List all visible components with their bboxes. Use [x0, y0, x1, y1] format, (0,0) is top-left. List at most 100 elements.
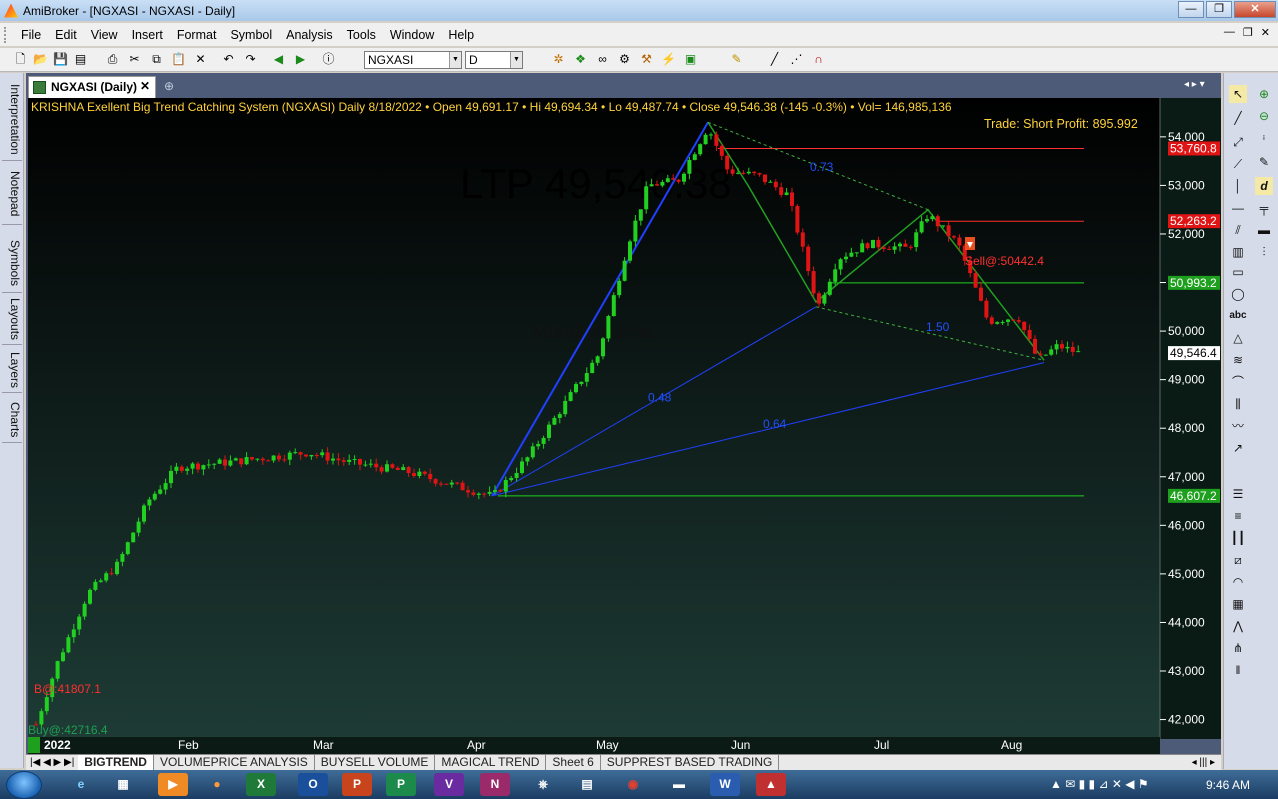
menu-symbol[interactable]: Symbol	[223, 28, 279, 42]
tab-scroll-icon[interactable]: ◂ ▸ ▾	[1184, 79, 1205, 90]
amibroker-task-icon[interactable]: ▲	[756, 773, 786, 796]
select-cursor-icon[interactable]: ↖	[1229, 85, 1247, 103]
pencil-icon[interactable]: ✎	[1255, 153, 1273, 171]
sheet-tab-buysell[interactable]: BUYSELL VOLUME	[315, 755, 436, 770]
ellipse-icon[interactable]: ◯	[1229, 285, 1247, 303]
undo-icon[interactable]: ↶	[220, 51, 237, 68]
print-icon[interactable]: ⎙	[104, 51, 121, 68]
fib-fan-icon[interactable]: ≋	[1229, 351, 1247, 369]
info-icon[interactable]: ⓘ	[320, 51, 337, 68]
speed-lines-icon[interactable]: ⋀	[1229, 617, 1247, 635]
channel-icon[interactable]: ▥	[1229, 243, 1247, 261]
optimize-icon[interactable]: ⚒	[638, 51, 655, 68]
walkforward-icon[interactable]: ⚡	[660, 51, 677, 68]
outlook-icon[interactable]: O	[298, 773, 328, 796]
minimize-button[interactable]: —	[1178, 1, 1204, 18]
calculator-icon[interactable]: ▤	[572, 773, 602, 796]
open-icon[interactable]: 📂	[32, 51, 49, 68]
paste-icon[interactable]: 📋	[170, 51, 187, 68]
interval-combo[interactable]: D ▼	[465, 51, 523, 69]
new-file-icon[interactable]: 🗋	[12, 51, 29, 68]
sheet-tab-magical[interactable]: MAGICAL TREND	[435, 755, 547, 770]
ie-icon[interactable]: e	[66, 773, 96, 796]
tray-icons[interactable]: ▲ ✉ ▮ ▮ ⊿ ✕ ◀ ⚑	[1050, 777, 1149, 791]
save-all-icon[interactable]: ▤	[72, 51, 89, 68]
d-tool-icon[interactable]: d	[1255, 177, 1273, 195]
sheet-nav-icons[interactable]: |◀ ◀ ▶ ▶|	[26, 757, 78, 768]
explore-icon[interactable]: ∞	[594, 51, 611, 68]
cycle-lines-icon[interactable]: ‖	[1229, 661, 1247, 679]
powerpoint-icon[interactable]: P	[342, 773, 372, 796]
close-button[interactable]: ✕	[1234, 1, 1276, 18]
redo-icon[interactable]: ↷	[242, 51, 259, 68]
menu-format[interactable]: Format	[170, 28, 224, 42]
price-chart[interactable]: KRISHNA Exellent Big Trend Catching Syst…	[28, 98, 1221, 739]
mdi-close-icon[interactable]: ✕	[1261, 26, 1270, 39]
menu-window[interactable]: Window	[383, 28, 441, 42]
symbol-dropdown-icon[interactable]: ▼	[449, 52, 461, 68]
sheet-tab-volumeprice[interactable]: VOLUMEPRICE ANALYSIS	[154, 755, 315, 770]
vertical-line-icon[interactable]: │	[1229, 177, 1247, 195]
menu-view[interactable]: View	[84, 28, 125, 42]
tab-layouts[interactable]: Layouts	[2, 295, 22, 345]
andrews-pitchfork-icon[interactable]: ⋔	[1229, 639, 1247, 657]
fib-retracement-icon[interactable]: ☰	[1229, 485, 1247, 503]
delete-icon[interactable]: ✕	[192, 51, 209, 68]
mdi-minimize-icon[interactable]: —	[1224, 26, 1235, 39]
highlighter-icon[interactable]: ✎	[728, 51, 745, 68]
folder-icon[interactable]: ▬	[664, 773, 694, 796]
add-tab-icon[interactable]: ⊕	[164, 79, 174, 93]
ray-tool-icon[interactable]: ⤢	[1229, 133, 1247, 151]
forward-icon[interactable]: ▶	[292, 51, 309, 68]
gann-icon[interactable]: ⧄	[1229, 551, 1247, 569]
mdi-restore-icon[interactable]: ❐	[1243, 26, 1253, 39]
trendline-icon[interactable]: ⋰	[788, 51, 805, 68]
scan-icon[interactable]: ❖	[572, 51, 589, 68]
menu-tools[interactable]: Tools	[340, 28, 383, 42]
media-player-icon[interactable]: ▶	[158, 773, 188, 796]
fib-extension-icon[interactable]: ≡	[1229, 507, 1247, 525]
zoom-out-icon[interactable]: ⊖	[1255, 107, 1273, 125]
backtest-icon[interactable]: ⚙	[616, 51, 633, 68]
draw-line-icon[interactable]: ╱	[766, 51, 783, 68]
tab-symbols[interactable]: Symbols	[2, 235, 22, 293]
tab-interpretation[interactable]: Interpretation	[2, 79, 22, 161]
symbol-combo[interactable]: NGXASI ▼	[364, 51, 462, 69]
interval-dropdown-icon[interactable]: ▼	[510, 52, 522, 68]
fib-timezones-icon[interactable]: ┃┃	[1229, 529, 1247, 547]
start-button[interactable]	[6, 771, 42, 799]
menu-insert[interactable]: Insert	[125, 28, 170, 42]
arc-icon[interactable]: ⌒	[1229, 373, 1247, 391]
rectangle-icon[interactable]: ▭	[1229, 263, 1247, 281]
sheet-tab-6[interactable]: Sheet 6	[546, 755, 601, 770]
h-line-small-icon[interactable]: ╤	[1255, 199, 1273, 217]
arrow-tool-icon[interactable]: ↗	[1229, 439, 1247, 457]
tab-notepad[interactable]: Notepad	[2, 163, 22, 225]
cycles-icon[interactable]: ⫼	[1229, 395, 1247, 413]
chrome-icon[interactable]: ◉	[618, 773, 648, 796]
analysis-icon[interactable]: ✲	[550, 51, 567, 68]
back-icon[interactable]: ◀	[270, 51, 287, 68]
wave-icon[interactable]: 〰	[1229, 417, 1247, 435]
zoom-in-icon[interactable]: ⊕	[1255, 85, 1273, 103]
grid-icon[interactable]: ▦	[1229, 595, 1247, 613]
tab-charts[interactable]: Charts	[2, 397, 22, 443]
word-icon[interactable]: W	[710, 773, 740, 796]
tab-layers[interactable]: Layers	[2, 349, 22, 393]
extended-line-icon[interactable]: ⟋	[1229, 155, 1247, 173]
menu-edit[interactable]: Edit	[48, 28, 84, 42]
excel-icon[interactable]: X	[246, 773, 276, 796]
menu-file[interactable]: File	[14, 28, 48, 42]
line-tool-icon[interactable]: ╱	[1229, 109, 1247, 127]
report-icon[interactable]: ▣	[682, 51, 699, 68]
maximize-button[interactable]: ❐	[1206, 1, 1232, 18]
fib-tool-icon[interactable]: ⫶	[1255, 243, 1273, 261]
explorer-icon[interactable]: ▦	[108, 773, 138, 796]
onenote-icon[interactable]: N	[480, 773, 510, 796]
publisher-icon[interactable]: P	[386, 773, 416, 796]
firefox-icon[interactable]: ●	[202, 773, 232, 796]
doc-tab-ngxasi[interactable]: NGXASI (Daily) ✕	[28, 76, 156, 98]
sheet-tab-bigtrend[interactable]: BIGTREND	[78, 755, 154, 770]
fib-arcs-icon[interactable]: ◠	[1229, 573, 1247, 591]
close-tab-icon[interactable]: ✕	[140, 79, 150, 93]
